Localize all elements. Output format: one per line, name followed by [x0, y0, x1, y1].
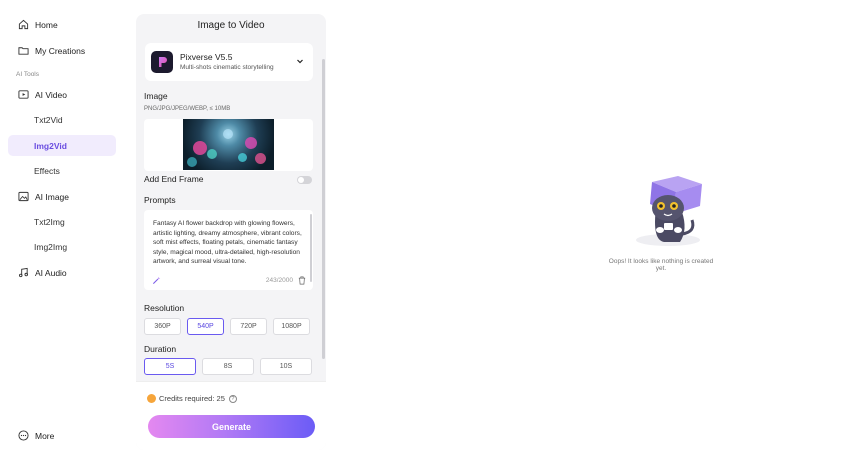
sidebar-item-label: Img2Vid [34, 140, 67, 151]
sidebar-item-label: AI Video [35, 89, 67, 100]
sidebar-item-my-creations[interactable]: My Creations [8, 40, 116, 61]
sidebar: Home My Creations AI Tools AI Video Txt2… [0, 0, 124, 450]
credits-text: Credits required: 25 [159, 394, 225, 403]
duration-option-8s[interactable]: 8S [202, 358, 254, 375]
sidebar-item-label: Home [35, 19, 58, 30]
image-label: Image [144, 91, 168, 101]
model-selector[interactable]: Pixverse V5.5 Multi-shots cinematic stor… [145, 43, 313, 81]
sidebar-item-label: Txt2Vid [34, 114, 63, 125]
duration-label: Duration [144, 344, 177, 354]
sidebar-item-txt2img[interactable]: Txt2Img [8, 211, 116, 232]
empty-state-illustration [636, 176, 702, 246]
generate-button[interactable]: Generate [148, 415, 315, 438]
panel-footer: Credits required: 25 ? Generate [136, 381, 326, 450]
prompts-label: Prompts [144, 195, 176, 205]
sidebar-item-ai-audio[interactable]: AI Audio [8, 262, 116, 283]
duration-options: 5S 8S 10S [144, 358, 312, 375]
coin-icon [147, 394, 156, 403]
more-icon [17, 430, 29, 442]
sidebar-item-more[interactable]: More [8, 425, 116, 446]
sidebar-item-label: More [35, 430, 55, 441]
magic-wand-icon[interactable] [152, 276, 161, 285]
sidebar-item-txt2vid[interactable]: Txt2Vid [8, 109, 116, 130]
uploaded-image-thumbnail [183, 119, 274, 170]
home-icon [17, 19, 29, 31]
music-icon [17, 267, 29, 279]
resolution-option-540p[interactable]: 540P [187, 318, 224, 335]
sidebar-item-ai-image[interactable]: AI Image [8, 186, 116, 207]
sidebar-item-img2vid[interactable]: Img2Vid [8, 135, 116, 156]
resolution-label: Resolution [144, 303, 185, 313]
sidebar-item-label: Effects [34, 165, 60, 176]
resolution-option-720p[interactable]: 720P [230, 318, 267, 335]
panel-scrollbar[interactable] [322, 59, 325, 359]
sidebar-item-img2img[interactable]: Img2Img [8, 236, 116, 257]
duration-option-10s[interactable]: 10S [260, 358, 312, 375]
resolution-options: 360P 540P 720P 1080P [144, 318, 310, 335]
image-upload-area[interactable] [144, 119, 313, 171]
prompt-textarea[interactable]: Fantasy AI flower backdrop with glowing … [144, 210, 313, 290]
end-frame-toggle[interactable] [297, 176, 312, 184]
empty-state-message: Oops! It looks like nothing is created y… [608, 258, 714, 272]
trash-icon[interactable] [298, 276, 306, 285]
sidebar-item-home[interactable]: Home [8, 14, 116, 35]
duration-option-5s[interactable]: 5S [144, 358, 196, 375]
image-to-video-panel: Image to Video Pixverse V5.5 Multi-shots… [136, 14, 326, 450]
video-icon [17, 89, 29, 101]
help-icon[interactable]: ? [228, 394, 237, 403]
section-label: AI Tools [16, 71, 40, 78]
pixverse-logo-icon [151, 51, 173, 73]
image-icon [17, 191, 29, 203]
sidebar-item-label: Txt2Img [34, 216, 65, 227]
chevron-down-icon [297, 59, 303, 64]
end-frame-label: Add End Frame [144, 174, 204, 184]
prompt-scrollbar[interactable] [310, 214, 312, 282]
sidebar-item-label: My Creations [35, 45, 86, 56]
image-format-hint: PNG/JPG/JPEG/WEBP, ≤ 10MB [144, 106, 231, 112]
prompt-char-counter: 243/2000 [265, 277, 293, 284]
sidebar-item-label: AI Audio [35, 267, 67, 278]
credits-required: Credits required: 25 ? [147, 394, 237, 403]
resolution-option-360p[interactable]: 360P [144, 318, 181, 335]
model-description: Multi-shots cinematic storytelling [180, 64, 274, 71]
prompt-text: Fantasy AI flower backdrop with glowing … [153, 220, 302, 266]
sidebar-item-ai-video[interactable]: AI Video [8, 84, 116, 105]
panel-title: Image to Video [197, 20, 265, 31]
folder-icon [17, 45, 29, 57]
cat-mascot-icon [636, 176, 702, 246]
sidebar-item-effects[interactable]: Effects [8, 160, 116, 181]
sidebar-item-label: AI Image [35, 191, 70, 202]
resolution-option-1080p[interactable]: 1080P [273, 318, 310, 335]
sidebar-item-label: Img2Img [34, 241, 68, 252]
model-name: Pixverse V5.5 [180, 52, 233, 62]
